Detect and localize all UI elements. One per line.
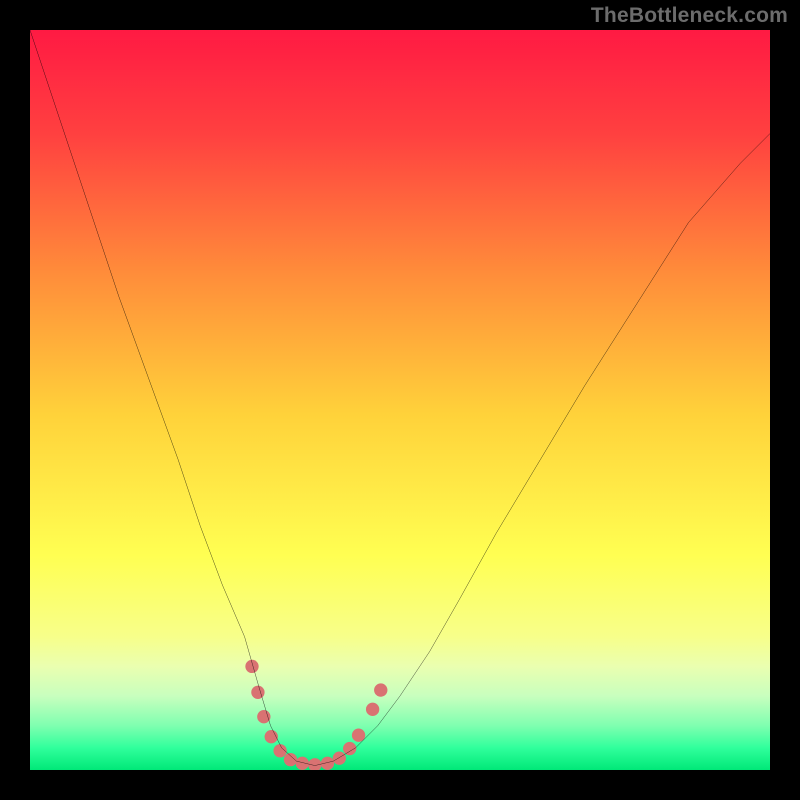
marker-point <box>296 757 309 770</box>
marker-point <box>374 683 387 696</box>
marker-point <box>366 703 379 716</box>
marker-point <box>284 753 297 766</box>
marker-point <box>245 660 258 673</box>
chart-frame: TheBottleneck.com <box>0 0 800 800</box>
marker-point <box>308 758 321 770</box>
chart-overlay <box>30 30 770 770</box>
marker-point <box>251 686 264 699</box>
marker-point <box>257 710 270 723</box>
marker-point <box>333 752 346 765</box>
marker-point <box>352 729 365 742</box>
plot-area <box>30 30 770 770</box>
bottleneck-curve <box>30 30 770 766</box>
watermark-text: TheBottleneck.com <box>591 4 788 28</box>
markers-group <box>245 660 387 770</box>
marker-point <box>321 757 334 770</box>
